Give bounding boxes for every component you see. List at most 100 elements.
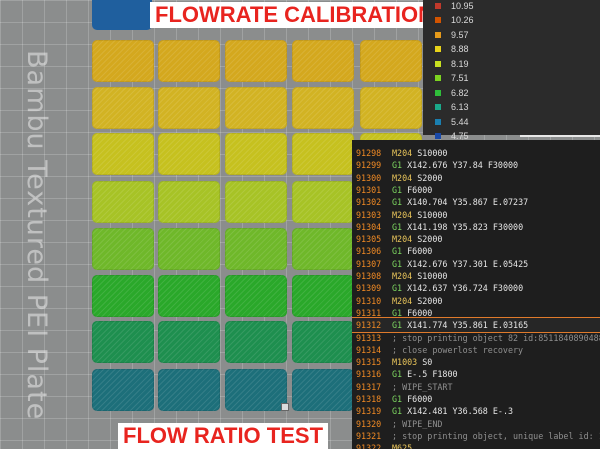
legend-swatch (435, 46, 441, 52)
gcode-arguments: X142.637 Y36.724 F30000 (407, 283, 524, 294)
top-calibration-block (92, 0, 152, 30)
gcode-arguments: X142.481 Y36.568 E-.3 (407, 406, 514, 417)
calibration-tile (292, 321, 354, 363)
gcode-comment: ; WIPE_END (392, 418, 443, 429)
legend-divider (520, 135, 600, 137)
calibration-tile (292, 133, 354, 175)
gcode-arguments: S0 (422, 357, 433, 368)
gcode-command: G1 (392, 184, 403, 195)
gcode-arguments: X142.676 Y37.301 E.05425 (407, 258, 529, 269)
gcode-arguments: S2000 (417, 295, 443, 306)
legend-item: 8.19 (435, 58, 469, 69)
gcode-arguments: S2000 (417, 234, 443, 245)
calibration-tile (292, 87, 354, 129)
gcode-command: G1 (392, 246, 403, 257)
legend-swatch (435, 60, 441, 67)
legend-item: 7.51 (435, 73, 469, 84)
gcode-comment: ; WIPE_START (392, 381, 453, 392)
gcode-comment: ; stop printing object, unique label id:… (392, 430, 600, 441)
calibration-tile (92, 321, 154, 363)
calibration-tile (225, 228, 287, 270)
calibration-tile (158, 181, 220, 223)
calibration-tile (158, 275, 220, 317)
plate-origin-marker (281, 403, 289, 411)
gcode-arguments: X141.774 Y35.861 E.03165 (407, 320, 529, 331)
gcode-command: M204 (392, 209, 413, 220)
legend-item: 8.88 (435, 44, 469, 55)
gcode-line[interactable]: 91322 M625 (352, 441, 600, 449)
gcode-command: G1 (392, 221, 403, 232)
calibration-tile (292, 369, 354, 411)
calibration-tile (360, 40, 422, 82)
legend-item: 6.82 (435, 87, 469, 98)
gcode-comment: ; close powerlost recovery (392, 344, 524, 355)
legend-swatch (435, 75, 441, 81)
gcode-viewer-panel[interactable]: 91298 M204 S10000 91299 G1 X142.676 Y37.84 … (352, 140, 600, 449)
gcode-command: G1 (392, 307, 403, 318)
calibration-tile (92, 133, 154, 175)
calibration-tile (225, 133, 287, 175)
gcode-command: G1 (392, 258, 403, 269)
legend-value: 6.82 (451, 87, 469, 98)
gcode-command: G1 (392, 320, 403, 331)
calibration-tile (225, 321, 287, 363)
calibration-tile (292, 275, 354, 317)
gcode-command: M625 (392, 443, 413, 449)
plate-label: Bambu Textured PEI Plate (21, 50, 52, 421)
gcode-arguments: S2000 (417, 172, 443, 183)
calibration-tile (92, 369, 154, 411)
gcode-arguments: F6000 (407, 184, 433, 195)
legend-item: 6.13 (435, 102, 469, 113)
calibration-tile (92, 87, 154, 129)
calibration-tile (92, 181, 154, 223)
calibration-tile (292, 40, 354, 82)
gcode-arguments: X140.704 Y35.867 E.07237 (407, 197, 529, 208)
legend-swatch (435, 17, 441, 23)
title-flow-ratio-test: FLOW RATIO TEST (118, 423, 329, 449)
gcode-arguments: S10000 (417, 148, 448, 158)
legend-swatch (435, 2, 441, 9)
legend-value: 5.44 (451, 116, 469, 127)
calibration-tile (92, 40, 154, 82)
gcode-command: M204 (392, 234, 413, 245)
legend-value: 10.95 (451, 0, 474, 11)
calibration-tile (158, 40, 220, 82)
calibration-tile (92, 275, 154, 317)
gcode-command: M204 (392, 271, 413, 281)
calibration-tile (225, 369, 287, 411)
gcode-command: M204 (392, 172, 413, 183)
gcode-arguments: F6000 (407, 307, 433, 318)
calibration-tile (225, 87, 287, 129)
legend-value: 6.13 (451, 102, 469, 112)
legend-item: 9.57 (435, 29, 469, 40)
gcode-command: G1 (392, 406, 403, 417)
gcode-arguments: F6000 (407, 246, 433, 257)
gcode-command: G1 (392, 283, 403, 294)
gcode-arguments: X141.198 Y35.823 F30000 (407, 221, 524, 232)
gcode-command: M1003 (392, 357, 418, 368)
gcode-command: G1 (392, 197, 403, 208)
gcode-comment: ; stop printing object 82 id:85118408904… (392, 332, 600, 343)
calibration-tile (225, 181, 287, 223)
legend-item: 10.95 (435, 0, 474, 11)
gcode-arguments: X142.676 Y37.84 F30000 (407, 160, 519, 171)
calibration-tile (225, 275, 287, 317)
gcode-arguments: S10000 (417, 271, 448, 281)
calibration-tile (92, 228, 154, 270)
legend-swatch (435, 31, 441, 38)
gcode-command: M204 (392, 295, 413, 306)
title-flowrate-calibration: FLOWRATE CALIBRATION (150, 2, 440, 29)
calibration-tile (225, 40, 287, 82)
legend-value: 8.19 (451, 58, 469, 69)
legend-value: 8.88 (451, 44, 469, 54)
calibration-tile (158, 321, 220, 363)
calibration-tile (158, 87, 220, 129)
gcode-command: G1 (392, 160, 403, 171)
gcode-command: G1 (392, 394, 403, 404)
legend-value: 10.26 (451, 15, 474, 25)
calibration-tile (360, 87, 422, 129)
legend-item: 5.44 (435, 116, 469, 127)
gcode-arguments: S10000 (417, 209, 448, 220)
calibration-tile (158, 228, 220, 270)
gcode-command: G1 (392, 369, 403, 380)
